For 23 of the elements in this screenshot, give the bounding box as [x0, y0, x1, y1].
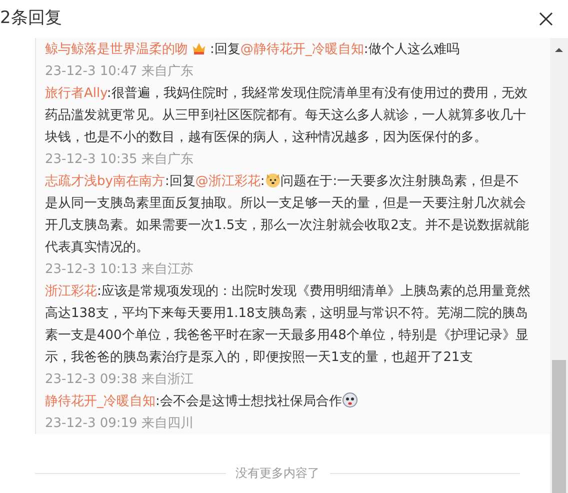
comment-text: 旅行者Ally:很普遍，我妈住院时，我経常发现住院清单里有没有使用过的费用，无效药品滥发就更常见。从三甲到社区医院都有。每天这么多人就诊，一人就算多收几十块钱，也是不小的数目，越有医保的病人，这种情况越多，因为医保付的多。: [45, 84, 528, 147]
user-name-link[interactable]: 志疏才浅by南在南方: [45, 174, 165, 189]
dog-face-icon: [264, 172, 281, 188]
dialog-title: 2条回复: [0, 7, 62, 30]
user-name-link[interactable]: @浙江彩花: [195, 174, 260, 189]
close-icon[interactable]: [538, 11, 554, 27]
comment-time-location: 23-12-3 09:19 来自四川: [45, 415, 194, 433]
comment-time-location: 23-12-3 10:35 来自广东: [45, 151, 194, 169]
comment-time-location: 23-12-3 10:13 来自江苏: [45, 261, 194, 279]
comment-text: 志疏才浅by南在南方:回复@浙江彩花: 问题在于:一天要多次注射胰岛素，但是不是从同一支胰岛素里面反复抽取。所以一支足够一天的量，但是一天要注射几次就会开几支胰岛素。如果需要一次1.5支，那么一次注射就会收取2支。并不是说数据就能代表真实情况的。: [45, 171, 530, 257]
end-of-list-text: 没有更多内容了: [236, 465, 320, 482]
comment-text: 浙江彩花:应该是常规项发现的：出院时发现《费用明细清单》上胰岛素的总用量竟然高达138支，平均下来每天要用1.18支胰岛素，这明显与常识不符。芜湖二院的胰岛素一支是400个单位，我爸爸平时在家一天最多用48个单位，特别是《护理记录》显示，我爸爸的胰岛素治疗是泵入的，即便按照一天1支的量，也超开了21支: [45, 283, 532, 367]
comment-text: 静待花开_冷暖自知:会不会是这博士想找社保局合作: [45, 391, 532, 413]
scroll-thumb[interactable]: [552, 360, 566, 493]
user-name-link[interactable]: 鲸与鲸落是世界温柔的吻: [45, 42, 188, 57]
user-name-link[interactable]: 静待花开_冷暖自知: [45, 394, 156, 409]
user-name-link[interactable]: @静待花开_冷暖自知: [240, 42, 364, 57]
user-name-link[interactable]: 浙江彩花: [45, 284, 97, 299]
user-name-link[interactable]: 旅行者Ally: [45, 86, 107, 101]
comment-time-location: 23-12-3 09:38 来自浙江: [45, 371, 194, 389]
comment-text: 鲸与鲸落是世界温柔的吻 :回复@静待花开_冷暖自知:做个人这么难吗: [45, 39, 460, 59]
crying-face-icon: [342, 392, 358, 408]
comment-time-location: 23-12-3 10:47 来自广东: [45, 63, 194, 81]
